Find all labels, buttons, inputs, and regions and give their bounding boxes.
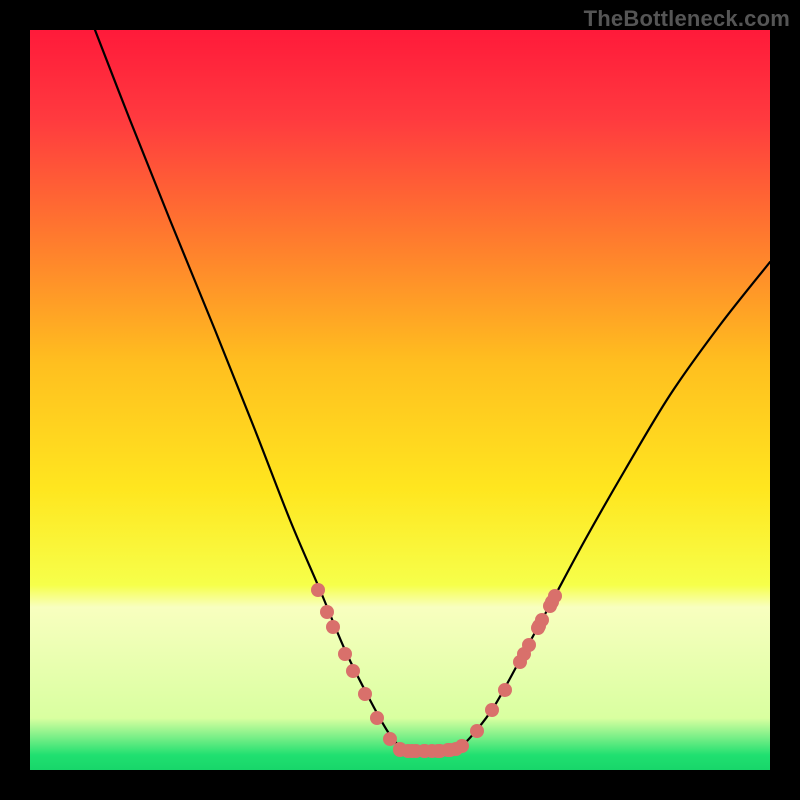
data-dot — [358, 687, 372, 701]
watermark-text: TheBottleneck.com — [584, 6, 790, 32]
chart-svg — [30, 30, 770, 770]
data-dot — [405, 744, 419, 758]
data-dot — [338, 647, 352, 661]
data-dot — [455, 739, 469, 753]
data-dot — [443, 743, 457, 757]
data-dot — [522, 638, 536, 652]
data-dot — [431, 744, 445, 758]
data-dot — [320, 605, 334, 619]
plot-area — [30, 30, 770, 770]
gradient-background — [30, 30, 770, 770]
data-dot — [383, 732, 397, 746]
data-dot — [393, 742, 407, 756]
data-dot — [311, 583, 325, 597]
data-dot — [498, 683, 512, 697]
data-dot — [470, 724, 484, 738]
data-dot — [548, 589, 562, 603]
data-dot — [535, 613, 549, 627]
data-dot — [418, 744, 432, 758]
data-dot — [485, 703, 499, 717]
data-dot — [346, 664, 360, 678]
data-dot — [326, 620, 340, 634]
data-dot — [370, 711, 384, 725]
chart-frame: TheBottleneck.com — [0, 0, 800, 800]
